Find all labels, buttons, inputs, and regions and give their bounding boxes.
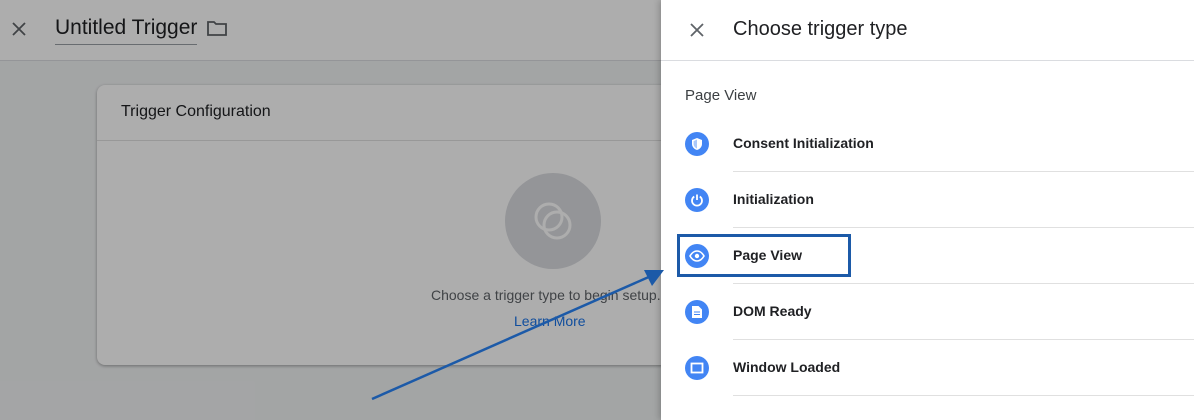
trigger-option-label: Initialization	[733, 191, 814, 207]
power-icon	[685, 188, 709, 212]
panel-title: Choose trigger type	[733, 18, 908, 40]
panel-header: Choose trigger type	[661, 0, 1194, 61]
close-icon[interactable]	[686, 19, 708, 41]
document-icon	[685, 300, 709, 324]
section-heading: Page View	[685, 87, 757, 104]
shield-icon	[685, 132, 709, 156]
trigger-option-dom-ready[interactable]: DOM Ready	[685, 284, 1194, 340]
choose-trigger-type-panel: Choose trigger type Page View Consent In…	[661, 0, 1194, 420]
trigger-option-window-loaded[interactable]: Window Loaded	[685, 340, 1194, 396]
window-icon	[685, 356, 709, 380]
annotation-highlight-box	[677, 234, 851, 277]
trigger-option-initialization[interactable]: Initialization	[685, 172, 1194, 228]
trigger-option-label: Window Loaded	[733, 359, 841, 375]
trigger-option-label: DOM Ready	[733, 303, 812, 319]
trigger-option-label: Consent Initialization	[733, 135, 874, 151]
trigger-option-consent-initialization[interactable]: Consent Initialization	[685, 116, 1194, 172]
